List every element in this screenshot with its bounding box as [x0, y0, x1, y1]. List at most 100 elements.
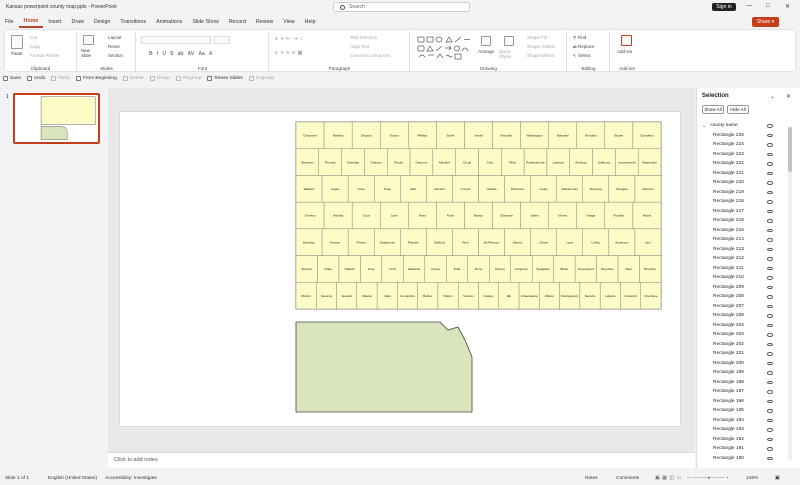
eye-icon[interactable]	[767, 304, 773, 308]
selection-item[interactable]: Rectangle 223	[697, 150, 789, 160]
eye-icon[interactable]	[767, 409, 773, 413]
qat-group[interactable]: Group	[147, 76, 173, 81]
arrange-button[interactable]: Arrange	[478, 49, 494, 54]
selection-item[interactable]: Rectangle 219	[697, 188, 789, 198]
selection-item[interactable]: Rectangle 220	[697, 178, 789, 188]
eye-icon[interactable]	[767, 285, 773, 289]
close-icon[interactable]: ✕	[785, 3, 790, 10]
shapes-gallery-icon[interactable]	[417, 35, 477, 61]
eye-icon[interactable]	[767, 371, 773, 375]
eye-icon[interactable]	[767, 266, 773, 270]
eye-icon[interactable]	[767, 219, 773, 223]
text-direction-button[interactable]: Text Direction	[350, 35, 377, 40]
hide-all-button[interactable]: Hide All	[727, 105, 749, 114]
selection-item[interactable]: Rectangle 213	[697, 245, 789, 255]
eye-icon[interactable]	[767, 124, 773, 128]
align-text-button[interactable]: Align Text	[350, 44, 369, 49]
slide[interactable]: Cheyenne Rawlins Decatur Norton Phillips Smit…	[120, 112, 680, 426]
eye-icon[interactable]	[767, 437, 773, 441]
eye-icon[interactable]	[767, 171, 773, 175]
accessibility-status[interactable]: Accessibility: Investigate	[105, 476, 157, 481]
eye-icon[interactable]	[767, 323, 773, 327]
selection-scrollbar[interactable]	[788, 127, 792, 460]
selection-item[interactable]: Rectangle 222	[697, 159, 789, 169]
format-painter-button[interactable]: Format Painter	[30, 53, 60, 58]
zoom-slider[interactable]: — ———●——— +	[687, 476, 729, 481]
font-family-box[interactable]	[141, 36, 211, 44]
selection-item[interactable]: Rectangle 203	[697, 330, 789, 340]
selection-item[interactable]: Rectangle 225	[697, 131, 789, 141]
selection-item[interactable]: Rectangle 206	[697, 311, 789, 321]
notes-pane[interactable]: Click to add notes	[108, 452, 695, 468]
selection-item[interactable]: Rectangle 204	[697, 321, 789, 331]
selection-item[interactable]: Rectangle 216	[697, 216, 789, 226]
tab-draw[interactable]: Draw	[67, 15, 89, 28]
qat-regroup[interactable]: Regroup	[173, 76, 204, 81]
qat-redo[interactable]: Redo	[48, 76, 72, 81]
eye-icon[interactable]	[767, 380, 773, 384]
eye-icon[interactable]	[767, 200, 773, 204]
scrollbar-thumb[interactable]	[788, 127, 792, 172]
fit-slide-icon[interactable]: ▣	[775, 476, 780, 481]
eye-icon[interactable]	[767, 399, 773, 403]
comments-button[interactable]: Comments	[616, 476, 639, 481]
new-slide-icon[interactable]	[83, 35, 94, 45]
eye-icon[interactable]	[767, 361, 773, 365]
eye-icon[interactable]	[767, 342, 773, 346]
eye-icon[interactable]	[767, 133, 773, 137]
tab-slide-show[interactable]: Slide Show	[187, 15, 224, 28]
selection-item[interactable]: Rectangle 193	[697, 425, 789, 435]
convert-smartart-button[interactable]: Convert to SmartArt	[350, 53, 390, 58]
cut-button[interactable]: Cut	[30, 35, 37, 40]
selection-item[interactable]: Rectangle 209	[697, 283, 789, 293]
selection-item[interactable]: Rectangle 191	[697, 444, 789, 454]
eye-icon[interactable]	[767, 162, 773, 166]
align-icon[interactable]: ≡ ≡ ≡ ≡ ▦	[275, 50, 303, 56]
selection-group-row[interactable]: ⌄ county name	[697, 121, 789, 131]
eye-icon[interactable]	[767, 228, 773, 232]
find-button[interactable]: ⚲ Find	[573, 35, 586, 41]
notes-button[interactable]: Notes	[585, 476, 598, 481]
arrange-icon[interactable]	[481, 36, 491, 46]
shape-effects-button[interactable]: Shape Effects	[527, 53, 555, 58]
addins-icon[interactable]	[621, 35, 632, 46]
maximize-icon[interactable]: □	[766, 3, 770, 9]
eye-icon[interactable]	[767, 390, 773, 394]
qat-undo[interactable]: Undo	[24, 76, 48, 81]
view-buttons[interactable]: ▣ ▦ ◫ ▭	[655, 476, 681, 481]
section-button[interactable]: Section	[108, 53, 123, 58]
selection-item[interactable]: Rectangle 197	[697, 387, 789, 397]
eye-icon[interactable]	[767, 352, 773, 356]
eye-icon[interactable]	[767, 276, 773, 280]
selection-item[interactable]: Rectangle 218	[697, 197, 789, 207]
eye-icon[interactable]	[767, 456, 773, 460]
selection-item[interactable]: Rectangle 190	[697, 454, 789, 464]
selection-item[interactable]: Rectangle 221	[697, 169, 789, 179]
selection-item[interactable]: Rectangle 192	[697, 435, 789, 445]
quick-styles-button[interactable]: Quick Styles	[499, 49, 519, 59]
tab-help[interactable]: Help	[300, 15, 321, 28]
sign-in-button[interactable]: Sign in	[712, 3, 736, 11]
selection-item[interactable]: Rectangle 215	[697, 226, 789, 236]
eye-icon[interactable]	[767, 247, 773, 251]
tab-transitions[interactable]: Transitions	[115, 15, 151, 28]
bullets-icon[interactable]: ≡ ≡ ⇤ ⇥ ↕	[275, 36, 303, 42]
shape-fill-button[interactable]: Shape Fill	[527, 35, 547, 40]
minimize-icon[interactable]: —	[746, 3, 752, 9]
show-all-button[interactable]: Show All	[702, 105, 724, 114]
qat-save[interactable]: Save	[0, 76, 24, 81]
selection-item[interactable]: Rectangle 198	[697, 378, 789, 388]
selection-item[interactable]: Rectangle 217	[697, 207, 789, 217]
selection-item[interactable]: Rectangle 196	[697, 397, 789, 407]
eye-icon[interactable]	[767, 257, 773, 261]
tab-record[interactable]: Record	[224, 15, 251, 28]
eye-icon[interactable]	[767, 333, 773, 337]
selection-item[interactable]: Rectangle 194	[697, 416, 789, 426]
close-pane-icon[interactable]: ✕	[786, 93, 791, 100]
selection-item[interactable]: Rectangle 201	[697, 349, 789, 359]
shape-outline-button[interactable]: Shape Outline	[527, 44, 556, 49]
tab-view[interactable]: View	[278, 15, 299, 28]
eye-icon[interactable]	[767, 428, 773, 432]
copy-button[interactable]: Copy	[30, 44, 41, 49]
tab-design[interactable]: Design	[89, 15, 116, 28]
